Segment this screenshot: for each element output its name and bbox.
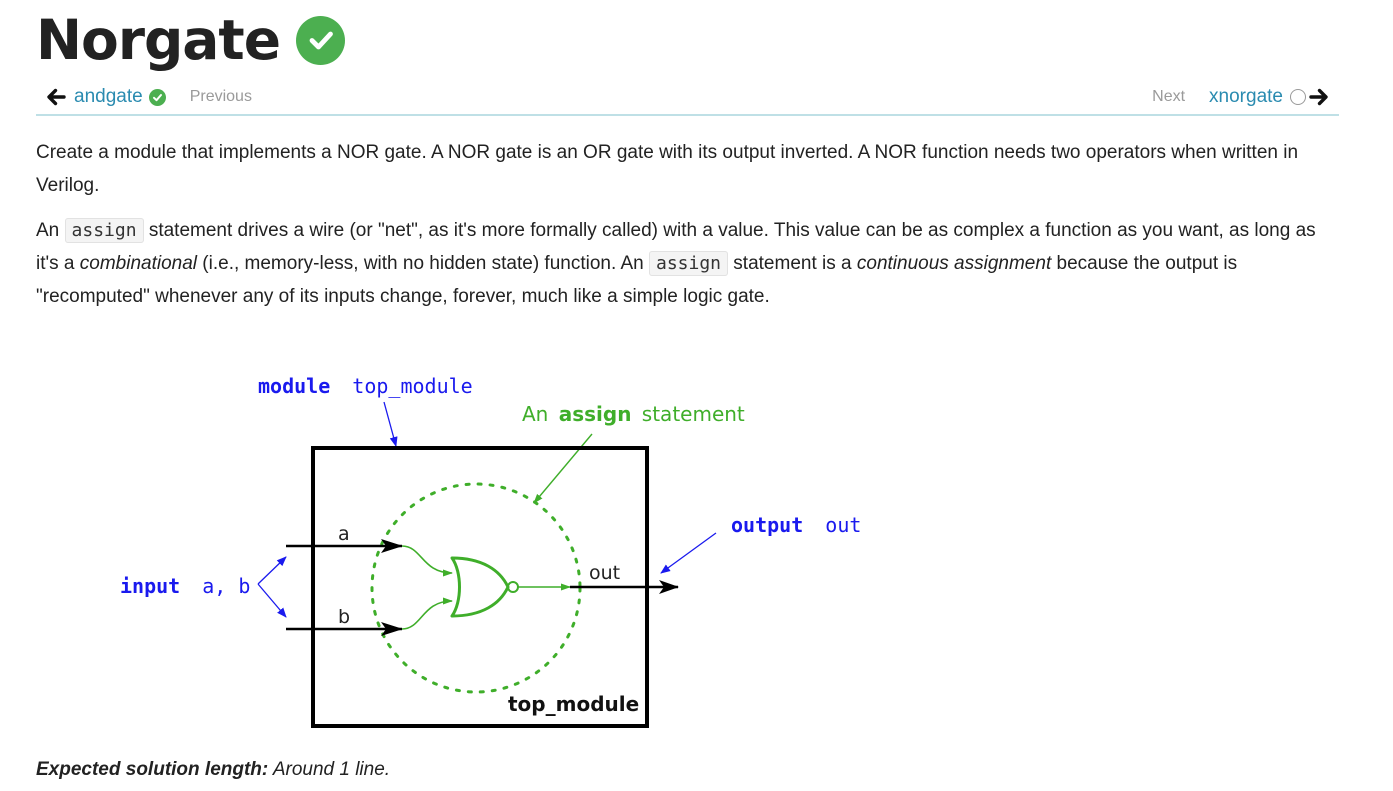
code-assign: assign [64, 218, 144, 243]
code-assign: assign [649, 251, 729, 276]
assign-boundary [370, 482, 582, 694]
empty-circle-icon [1290, 89, 1306, 105]
problem-nav: andgate Previous Next xnorgate [36, 80, 1339, 116]
text-run: An [36, 220, 65, 241]
module-pointer [383, 401, 398, 447]
input-pointer-b [257, 583, 287, 618]
arrow-left-icon[interactable] [46, 88, 66, 106]
text-run: statement is a [728, 253, 857, 274]
page-title: Norgate [36, 8, 281, 72]
wire-out-label: out [589, 562, 620, 584]
nor-gate-symbol [450, 556, 510, 618]
gate-input-b [401, 597, 453, 630]
box-label: top_module [508, 692, 639, 716]
gate-input-a [401, 545, 453, 577]
output-keyword: output [731, 513, 803, 537]
module-keyword: module [258, 374, 330, 398]
title-row: Norgate [36, 8, 346, 72]
assign-suffix: statement [642, 402, 745, 426]
wire-b-label: b [338, 606, 350, 628]
emphasis-combinational: combinational [79, 253, 198, 274]
check-circle-icon [296, 15, 346, 65]
expected-length-value: Around 1 line. [272, 759, 391, 780]
description-paragraph-2: An assign statement drives a wire (or "n… [36, 214, 1339, 313]
input-pointer-a [257, 556, 287, 585]
output-name: out [825, 513, 861, 537]
next-hint: Next [1152, 88, 1186, 105]
check-circle-icon [148, 88, 166, 106]
input-label: input a, b [120, 574, 250, 598]
expected-length-note: Expected solution length: Around 1 line. [36, 759, 390, 781]
output-label: output out [731, 513, 861, 537]
assign-prefix: An [522, 402, 548, 426]
output-pointer [660, 532, 717, 574]
prev-hint: Previous [189, 88, 252, 105]
text-run: (i.e., memory-less, with no hidden state… [197, 253, 649, 274]
prev-problem-link[interactable]: andgate [74, 86, 143, 108]
assign-pointer [533, 433, 593, 504]
arrow-right-icon[interactable] [1309, 88, 1329, 106]
module-label: module top_module [258, 374, 473, 398]
next-problem-link[interactable]: xnorgate [1209, 86, 1283, 108]
module-name: top_module [352, 374, 472, 398]
input-keyword: input [120, 574, 180, 598]
emphasis-continuous-assignment: continuous assignment [856, 253, 1052, 274]
assign-label: An assign statement [522, 402, 745, 426]
assign-keyword: assign [559, 402, 632, 426]
description-paragraph-1: Create a module that implements a NOR ga… [36, 142, 1299, 196]
expected-length-label: Expected solution length: [36, 759, 269, 780]
input-names: a, b [202, 574, 250, 598]
wire-a-label: a [338, 523, 350, 545]
nor-gate-diagram: module top_module An assign statement a … [120, 374, 861, 728]
